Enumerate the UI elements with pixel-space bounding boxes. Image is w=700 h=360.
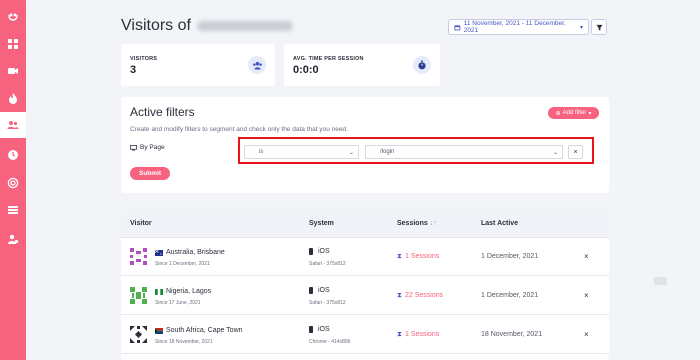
phone-icon — [309, 287, 313, 294]
user-settings-icon[interactable] — [0, 226, 26, 252]
site-name-redacted — [196, 20, 293, 31]
last-active: 18 November, 2021 — [481, 331, 543, 338]
close-icon[interactable]: × — [584, 330, 589, 339]
stat-card-avg-time: AVG. TIME PER SESSION 0:0:0 — [284, 44, 440, 86]
submit-button[interactable]: Submit — [130, 167, 170, 180]
phone-icon — [309, 248, 313, 255]
grid-icon[interactable] — [0, 31, 26, 57]
close-icon[interactable]: × — [584, 291, 589, 300]
flag-za-icon — [155, 328, 163, 334]
close-icon: × — [573, 148, 578, 156]
visitor-os: iOS — [318, 326, 330, 333]
table-row[interactable]: Australia, Brisbane Since 1 December, 20… — [121, 238, 609, 276]
clock-icon[interactable] — [0, 142, 26, 168]
table-row[interactable]: South Africa, Cape Town Since 18 Novembe… — [121, 316, 609, 354]
sort-icon: ↓↑ — [429, 220, 437, 227]
hourglass-icon: ⧗ — [397, 331, 402, 338]
phone-icon — [309, 326, 313, 333]
hourglass-icon: ⧗ — [397, 292, 402, 299]
visitor-location: South Africa, Cape Town — [166, 327, 243, 334]
page-value-select[interactable]: /login ⌄ — [365, 145, 563, 159]
floating-widget[interactable] — [654, 277, 667, 285]
column-header-visitor: Visitor — [130, 220, 152, 227]
visitor-browser: Safari - 375x812 — [309, 300, 346, 306]
monitor-icon — [130, 144, 137, 151]
close-icon[interactable]: × — [584, 252, 589, 261]
sessions-header-text: Sessions — [397, 220, 428, 227]
visitors-table: Visitor System Sessions ↓↑ Last Active A… — [121, 210, 609, 360]
filters-description: Create and modify filters to segment and… — [130, 126, 348, 133]
date-range-picker[interactable]: 11 November, 2021 - 11 December, 2021 ▾ — [448, 19, 589, 35]
hourglass-icon: ⧗ — [397, 253, 402, 260]
visitor-os: iOS — [318, 287, 330, 294]
stat-label: AVG. TIME PER SESSION — [293, 56, 364, 62]
by-page-text: By Page — [140, 144, 165, 151]
visitor-location: Australia, Brisbane — [166, 249, 225, 256]
chevron-down-icon: ⌄ — [552, 149, 558, 156]
visitor-since: Since 1 December, 2021 — [155, 261, 210, 267]
last-active: 1 December, 2021 — [481, 292, 539, 299]
column-header-system: System — [309, 220, 334, 227]
column-header-last-active: Last Active — [481, 220, 519, 227]
filter-by-page-label: By Page — [130, 144, 165, 151]
fire-icon[interactable] — [0, 85, 26, 111]
chevron-down-icon: ▾ — [579, 24, 583, 31]
active-filters-panel: Active filters ⊕ Add filter ▾ Create and… — [121, 97, 609, 193]
filter-row-highlight: is ⌄ /login ⌄ × — [238, 137, 594, 164]
column-header-sessions[interactable]: Sessions ↓↑ — [397, 220, 437, 227]
chevron-down-icon: ▾ — [588, 110, 592, 117]
chevron-down-icon: ⌄ — [348, 149, 354, 156]
stat-value: 3 — [130, 64, 137, 76]
date-range-text: 11 November, 2021 - 11 December, 2021 — [463, 20, 566, 34]
avatar — [130, 287, 147, 304]
sessions-link[interactable]: 1 Sessions — [405, 331, 439, 338]
table-header: Visitor System Sessions ↓↑ Last Active — [121, 210, 609, 238]
list-icon[interactable] — [0, 197, 26, 223]
calendar-icon — [454, 24, 461, 30]
stat-card-visitors: VISITORS 3 — [121, 44, 275, 86]
visitor-browser: Safari - 375x812 — [309, 261, 346, 267]
logo-icon[interactable] — [0, 4, 26, 30]
video-icon[interactable] — [0, 58, 26, 84]
visitor-since: Since 17 June, 2021 — [155, 300, 201, 306]
flag-ng-icon — [155, 289, 163, 295]
sessions-link[interactable]: 1 Sessions — [405, 253, 439, 260]
filters-title: Active filters — [130, 105, 195, 119]
sidebar — [0, 0, 26, 360]
stopwatch-icon — [413, 56, 431, 74]
page-value: /login — [380, 149, 395, 155]
visitor-location: Nigeria, Lagos — [166, 288, 212, 295]
sessions-link[interactable]: 22 Sessions — [405, 292, 443, 299]
operator-select[interactable]: is ⌄ — [244, 145, 359, 159]
stat-label: VISITORS — [130, 56, 158, 62]
funnel-icon — [595, 24, 603, 31]
flag-au-icon — [155, 250, 163, 256]
add-filter-button[interactable]: ⊕ Add filter ▾ — [548, 107, 599, 119]
add-filter-label: Add filter — [562, 110, 587, 116]
visitor-since: Since 18 November, 2021 — [155, 339, 213, 345]
visitor-browser: Chrome - 414x896 — [309, 339, 351, 345]
filter-button[interactable] — [591, 19, 607, 35]
last-active: 1 December, 2021 — [481, 253, 539, 260]
table-row[interactable]: Nigeria, Lagos Since 17 June, 2021 iOS S… — [121, 277, 609, 315]
target-icon[interactable] — [0, 170, 26, 196]
users-icon[interactable] — [0, 112, 26, 138]
plus-circle-icon: ⊕ — [555, 110, 561, 117]
remove-filter-button[interactable]: × — [568, 145, 583, 159]
page-title: Visitors of — [121, 17, 293, 35]
page-title-text: Visitors of — [121, 17, 191, 34]
avatar — [130, 326, 147, 343]
avatar — [130, 248, 147, 265]
visitor-os: iOS — [318, 248, 330, 255]
operator-value: is — [259, 149, 264, 155]
users-icon — [248, 56, 266, 74]
stat-value: 0:0:0 — [293, 64, 319, 76]
